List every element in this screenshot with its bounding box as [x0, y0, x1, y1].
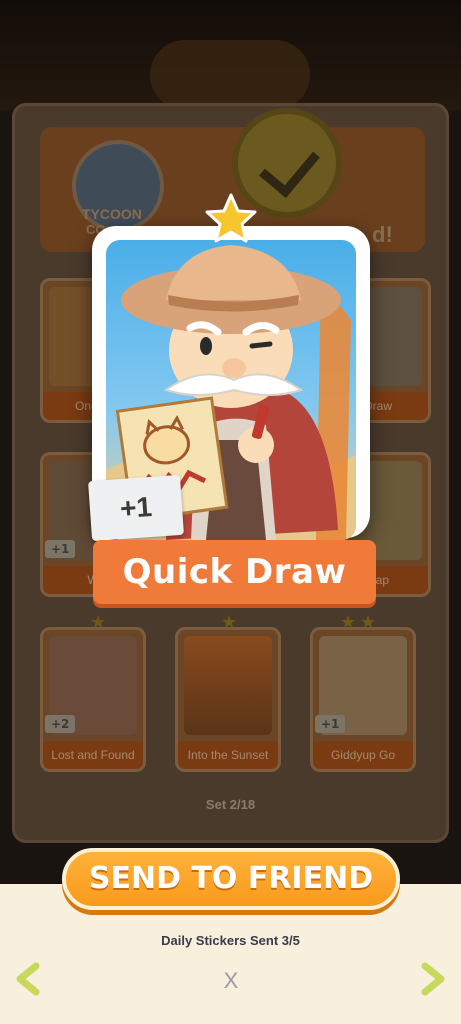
sticker-label: Into the Sunset — [178, 741, 278, 769]
sticker-count-tag: +1 — [315, 715, 346, 733]
sticker-label: Lost and Found — [43, 741, 143, 769]
sticker-name-ribbon: Quick Draw — [93, 540, 376, 604]
rarity-star-icon — [205, 193, 257, 243]
set-progress-label: Set 2/18 — [205, 797, 256, 812]
previous-arrow-icon[interactable] — [14, 962, 42, 996]
next-arrow-icon[interactable] — [419, 962, 447, 996]
album-header-suffix: d! — [372, 222, 393, 247]
close-button[interactable]: X — [216, 966, 246, 996]
send-to-friend-button[interactable]: SEND TO FRIEND — [62, 848, 400, 910]
sticker-count-tag: +1 — [88, 474, 184, 542]
bg-sticker-card: Into the Sunset — [175, 627, 281, 772]
dimmed-title-logo — [150, 40, 310, 110]
bg-sticker-card: +2 Lost and Found — [40, 627, 146, 772]
album-header-text: TYCOON — [82, 206, 142, 222]
sticker-count-tag: +1 — [45, 540, 76, 558]
sticker-label: Giddyup Go — [313, 741, 413, 769]
sticker-count-tag: +2 — [45, 715, 76, 733]
daily-stickers-status: Daily Stickers Sent 3/5 — [161, 933, 300, 948]
sticker-image — [184, 636, 272, 735]
bg-sticker-card: +1 Giddyup Go — [310, 627, 416, 772]
